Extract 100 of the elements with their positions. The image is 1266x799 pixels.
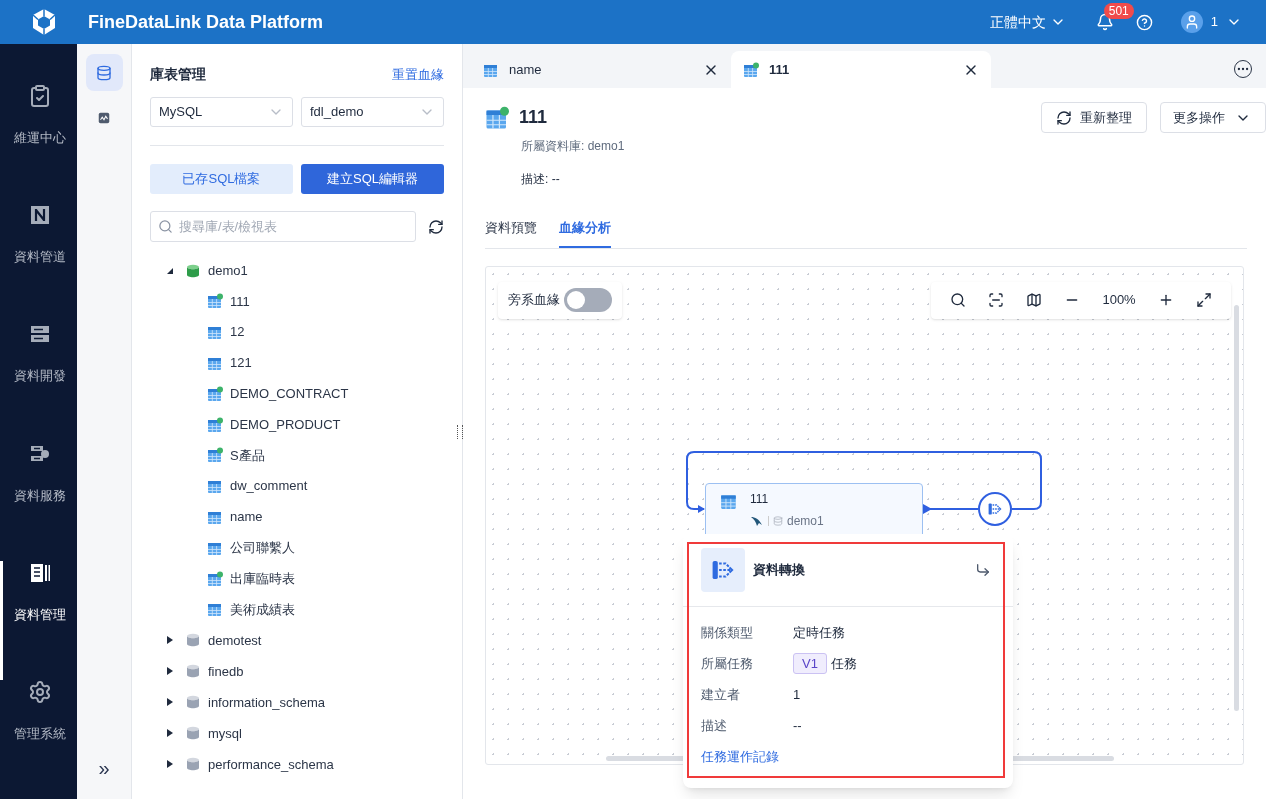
resize-handle[interactable] [457,425,463,439]
chart-icon [97,110,111,125]
synced-table-icon [743,61,759,78]
refresh-icon [1056,109,1072,126]
database-tab[interactable] [85,54,123,91]
clipboard-icon [28,84,52,108]
table-row[interactable]: name [150,501,444,533]
view-tab[interactable]: 資料預覽 [485,218,537,248]
database-name: mysql [208,724,242,743]
collapsed-caret-icon[interactable] [166,729,174,738]
jump-icon[interactable] [975,561,991,578]
notification-count: 501 [1103,3,1134,19]
expanded-caret-icon[interactable] [166,266,174,275]
database-row[interactable]: performance_schema [150,748,444,780]
database-icon [773,515,783,526]
table-row[interactable]: 公司聯繫人 [150,532,444,564]
nav-item[interactable]: 資料開發 [0,322,77,442]
database-row[interactable]: demotest [150,624,444,656]
table-row[interactable]: S產品 [150,440,444,471]
field-value: 任務 [830,654,857,673]
nav-item[interactable]: 資料服務 [0,441,77,561]
field-label: 所屬任務 [701,654,754,673]
synced-table-icon [207,447,223,464]
table-title: 111 [519,106,548,129]
transform-node[interactable] [978,491,1012,526]
dolphin-icon [750,514,764,527]
task-log-link[interactable]: 任務運作記錄 [701,746,995,766]
table-icon [207,355,223,371]
database-row[interactable]: mysql [150,717,444,749]
table-icon [207,478,223,495]
field-label: 關係類型 [701,623,754,642]
synced-table-icon [207,570,223,587]
refresh-button[interactable]: 重新整理 [1041,102,1147,133]
collapsed-caret-icon[interactable] [166,760,174,769]
database-icon [186,757,200,772]
user-name: 1 [1210,13,1218,32]
document-tab[interactable]: name [471,51,731,88]
app-title: FineDataLink Data Platform [88,10,324,34]
view-tab[interactable]: 血緣分析 [559,218,611,248]
zoom-level: 100% [1102,291,1136,310]
table-row[interactable]: 美術成績表 [150,593,444,625]
saved-sql-button[interactable]: 已存SQL檔案 [150,164,293,194]
table-row[interactable]: 121 [150,347,444,379]
panel-title: 庫表管理 [150,65,206,84]
field-label: 建立者 [701,685,741,704]
database-name: demo1 [208,261,248,280]
database-row[interactable]: information_schema [150,686,444,718]
database-row[interactable]: demo1 [150,255,444,286]
collapsed-caret-icon[interactable] [166,636,174,645]
synced-table-icon [207,385,223,402]
table-row[interactable]: dw_comment [150,470,444,502]
language-selector[interactable]: 正體中文 [989,11,1066,33]
database-row[interactable]: finedb [150,655,444,687]
field-value: 定時任務 [793,623,845,642]
database-icon [186,263,200,278]
database-icon [186,695,200,710]
database-select[interactable]: fdl_demo [301,97,444,127]
node-title: 111 [750,490,770,508]
table-row[interactable]: 12 [150,316,444,348]
popup-title: 資料轉換 [753,560,805,579]
collapsed-caret-icon[interactable] [166,698,174,707]
table-icon [207,601,223,618]
database-name: demotest [208,631,262,650]
database-name: performance_schema [208,755,334,774]
table-row[interactable]: DEMO_CONTRACT [150,378,444,410]
field-value: -- [793,716,802,735]
database-icon [186,664,200,679]
reset-lineage-link[interactable]: 重置血緣 [392,64,444,85]
create-sql-editor-button[interactable]: 建立SQL編輯器 [301,164,444,194]
nav-item[interactable]: 資料管道 [0,203,77,323]
database-name: finedb [208,662,244,681]
search-icon[interactable] [950,292,967,308]
table-row[interactable]: 111 [150,286,444,317]
search-field[interactable]: 搜尋庫/表/檢視表 [150,211,416,242]
table-row[interactable]: 出庫臨時表 [150,563,444,594]
nav-item[interactable]: 管理系統 [0,679,77,799]
transform-icon [987,500,1003,517]
expand-button[interactable]: » [98,753,110,783]
refresh-icon[interactable] [428,218,444,235]
node-database: demo1 [750,511,824,530]
fullscreen-icon[interactable] [1195,292,1212,308]
database-select[interactable]: MySQL [150,97,293,127]
bell-icon[interactable] [1095,13,1114,31]
side-lineage-switch[interactable] [564,288,612,312]
collapsed-caret-icon[interactable] [166,667,174,676]
database-label: 所屬資料庫: demo1 [521,138,626,155]
synced-table-icon [485,105,509,130]
map-icon[interactable] [1026,292,1043,308]
synced-table-icon [207,293,223,310]
document-tab[interactable]: 111 [731,51,991,88]
more-actions-button[interactable]: 更多操作 [1160,102,1266,133]
fit-view-icon[interactable] [988,292,1005,308]
side-lineage-label: 旁系血緣 [508,291,560,310]
settings-icon [28,679,52,704]
avatar-icon[interactable] [1180,11,1203,33]
database-name: information_schema [208,693,326,712]
table-icon [207,324,223,341]
table-row[interactable]: DEMO_PRODUCT [150,409,444,440]
nav-item[interactable]: 維運中心 [0,84,77,204]
help-icon[interactable] [1135,13,1153,31]
